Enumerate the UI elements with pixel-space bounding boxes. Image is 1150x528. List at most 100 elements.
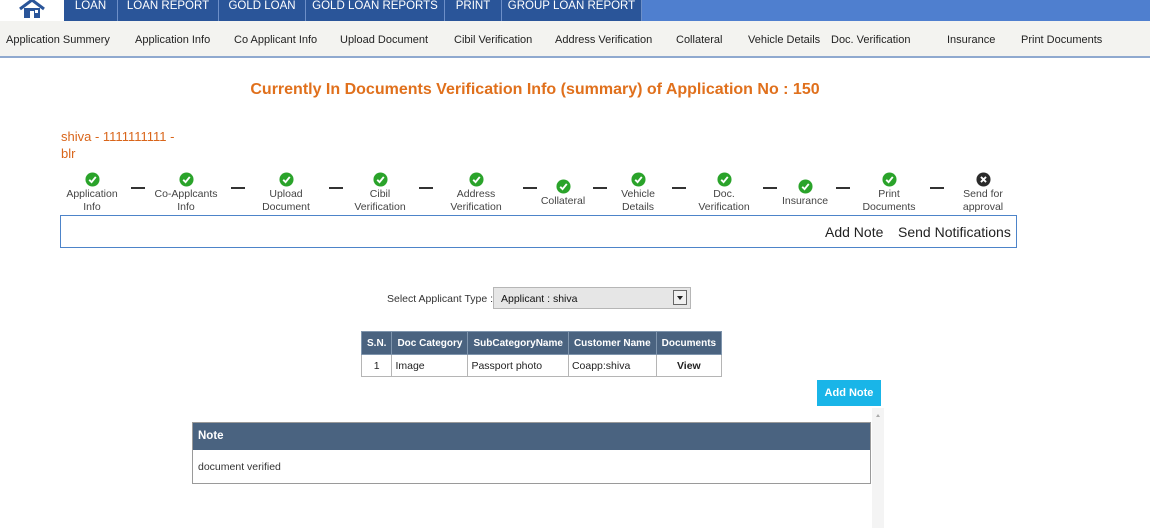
step-connector [593, 187, 607, 189]
step-7[interactable]: Vehicle Details [593, 172, 683, 213]
col-subcategory: SubCategoryName [467, 331, 569, 355]
step-2[interactable]: Co-Applcants Info [141, 172, 231, 213]
chevron-down-icon [677, 296, 683, 300]
add-note-button[interactable]: Add Note [817, 380, 881, 406]
col-doc-category: Doc Category [391, 331, 469, 355]
step-label: Insurance [781, 195, 829, 207]
step-sublabel: Verification [450, 200, 502, 213]
table-row: 1 Image Passport photo Coapp:shiva View [360, 354, 723, 377]
check-circle-icon [468, 172, 484, 187]
step-connector [329, 187, 343, 189]
check-circle-icon [630, 172, 646, 187]
scrollbar[interactable] [872, 408, 884, 528]
step-label: Print [878, 188, 900, 200]
home-icon [19, 0, 45, 18]
step-connector [930, 187, 944, 189]
step-label: Co-Applcants [154, 188, 218, 200]
note-panel: Note document verified [192, 422, 871, 484]
documents-table: S.N. Doc Category SubCategoryName Custom… [360, 331, 723, 377]
sub-navigation-bar: Application Summery Application Info Co … [0, 21, 1150, 58]
subnav-co-applicant-info[interactable]: Co Applicant Info [234, 34, 317, 46]
check-circle-icon [881, 172, 897, 187]
step-label: Vehicle [621, 188, 655, 200]
step-sublabel: Document [262, 200, 310, 213]
subnav-vehicle-details[interactable]: Vehicle Details [748, 34, 820, 46]
note-text: document verified [198, 461, 281, 473]
applicant-line-2: blr [61, 146, 76, 161]
step-9[interactable]: Insurance [760, 179, 850, 208]
step-sublabel: Verification [354, 200, 406, 213]
step-label: Doc. [713, 188, 735, 200]
step-sublabel: Verification [698, 200, 750, 213]
view-document-link[interactable]: View [655, 354, 723, 377]
step-sublabel: approval [962, 200, 1004, 213]
step-connector [523, 187, 537, 189]
col-documents: Documents [655, 331, 723, 355]
step-1[interactable]: Application Info [47, 172, 137, 213]
subnav-address-verification[interactable]: Address Verification [555, 34, 652, 46]
step-label: Cibil [369, 188, 391, 200]
dropdown-button[interactable] [673, 290, 687, 305]
check-circle-icon [716, 172, 732, 187]
nav-group-loan-report[interactable]: GROUP LOAN REPORT [502, 0, 642, 21]
cell-subcategory: Passport photo [467, 354, 569, 377]
table-header-row: S.N. Doc Category SubCategoryName Custom… [360, 331, 723, 355]
nav-loan-report[interactable]: LOAN REPORT [118, 0, 219, 21]
subnav-collateral[interactable]: Collateral [676, 34, 722, 46]
x-circle-icon [975, 172, 991, 187]
subnav-application-info[interactable]: Application Info [135, 34, 210, 46]
step-5[interactable]: Address Verification [431, 172, 521, 213]
scroll-up-icon[interactable] [872, 409, 884, 421]
nav-gold-loan-reports[interactable]: GOLD LOAN REPORTS [306, 0, 445, 21]
cell-sn: 1 [360, 354, 393, 377]
applicant-type-label: Select Applicant Type : [387, 293, 494, 305]
step-11[interactable]: Send for approval [938, 172, 1028, 213]
col-customer-name: Customer Name [567, 331, 657, 355]
check-circle-icon [797, 179, 813, 194]
top-navigation-bar: LOAN LOAN REPORT GOLD LOAN GOLD LOAN REP… [0, 0, 1150, 21]
step-label: Application [66, 188, 118, 200]
step-connector [231, 187, 245, 189]
subnav-print-documents[interactable]: Print Documents [1021, 34, 1102, 46]
check-circle-icon [372, 172, 388, 187]
check-circle-icon [278, 172, 294, 187]
send-notifications-link[interactable]: Send Notifications [898, 224, 1011, 240]
applicant-type-select[interactable]: Applicant : shiva [493, 287, 691, 309]
subnav-insurance[interactable]: Insurance [947, 34, 995, 46]
home-button[interactable] [0, 0, 64, 21]
step-3[interactable]: Upload Document [241, 172, 331, 213]
step-connector [763, 187, 777, 189]
notes-toolbar: Add Note Send Notifications [60, 215, 1017, 248]
subnav-upload-document[interactable]: Upload Document [340, 34, 428, 46]
applicant-line-1: shiva - 1111111111 - [61, 129, 175, 144]
note-header: Note [193, 423, 870, 450]
step-connector [836, 187, 850, 189]
subnav-cibil-verification[interactable]: Cibil Verification [454, 34, 532, 46]
step-8[interactable]: Doc. Verification [679, 172, 769, 213]
step-connector [131, 187, 145, 189]
step-connector [419, 187, 433, 189]
check-circle-icon [555, 179, 571, 194]
page-title: Currently In Documents Verification Info… [250, 81, 820, 98]
step-label: Address [456, 188, 496, 200]
step-label: Send for [963, 188, 1003, 200]
check-circle-icon [84, 172, 100, 187]
applicant-info: shiva - 1111111111 - blr [61, 128, 174, 162]
subnav-application-summery[interactable]: Application Summery [6, 34, 110, 46]
subnav-doc-verification[interactable]: Doc. Verification [831, 34, 910, 46]
step-sublabel: Documents [862, 200, 916, 213]
cell-customer-name: Coapp:shiva [567, 354, 657, 377]
step-connector [672, 187, 686, 189]
step-4[interactable]: Cibil Verification [335, 172, 425, 213]
nav-print[interactable]: PRINT [445, 0, 502, 21]
applicant-type-value: Applicant : shiva [501, 293, 578, 305]
col-sn: S.N. [360, 331, 393, 355]
step-sublabel: Info [83, 200, 101, 213]
add-note-link[interactable]: Add Note [825, 224, 883, 240]
check-circle-icon [178, 172, 194, 187]
step-10[interactable]: Print Documents [844, 172, 934, 213]
step-sublabel: Details [621, 200, 655, 213]
nav-loan[interactable]: LOAN [64, 0, 118, 21]
nav-gold-loan[interactable]: GOLD LOAN [219, 0, 306, 21]
step-label: Upload [269, 188, 303, 200]
